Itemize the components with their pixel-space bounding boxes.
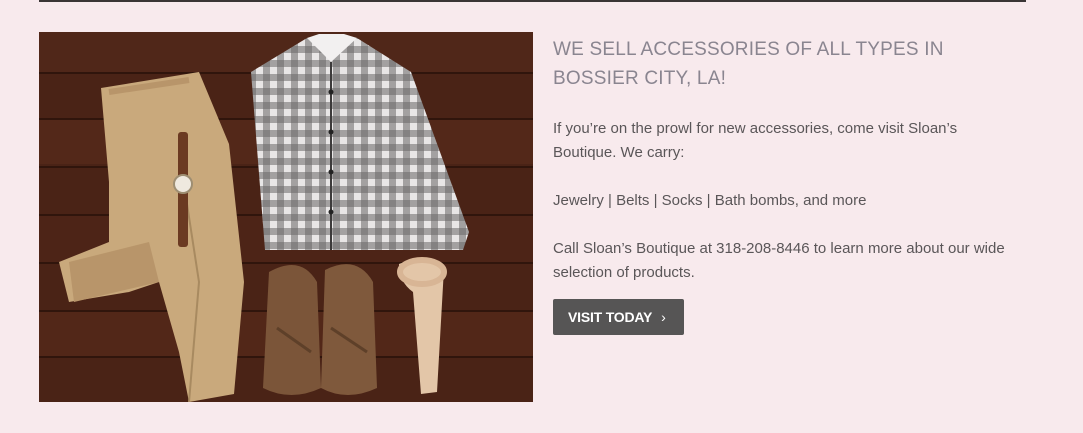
accessories-photo xyxy=(39,32,533,402)
product-list-text: Jewelry | Belts | Socks | Bath bombs, an… xyxy=(553,192,867,209)
contact-text: Call Sloan’s Boutique at 318-208-8446 to… xyxy=(553,240,1005,281)
content-column: WE SELL ACCESSORIES OF ALL TYPES IN BOSS… xyxy=(553,35,1033,335)
section-divider xyxy=(39,0,1026,2)
intro-text: If you’re on the prowl for new accessori… xyxy=(553,120,958,161)
visit-today-button[interactable]: VISIT TODAY › xyxy=(553,299,684,335)
section-heading: WE SELL ACCESSORIES OF ALL TYPES IN BOSS… xyxy=(553,39,944,89)
chevron-right-icon: › xyxy=(661,309,666,325)
accessories-section: WE SELL ACCESSORIES OF ALL TYPES IN BOSS… xyxy=(0,0,1083,433)
visit-today-label: VISIT TODAY xyxy=(568,309,653,325)
